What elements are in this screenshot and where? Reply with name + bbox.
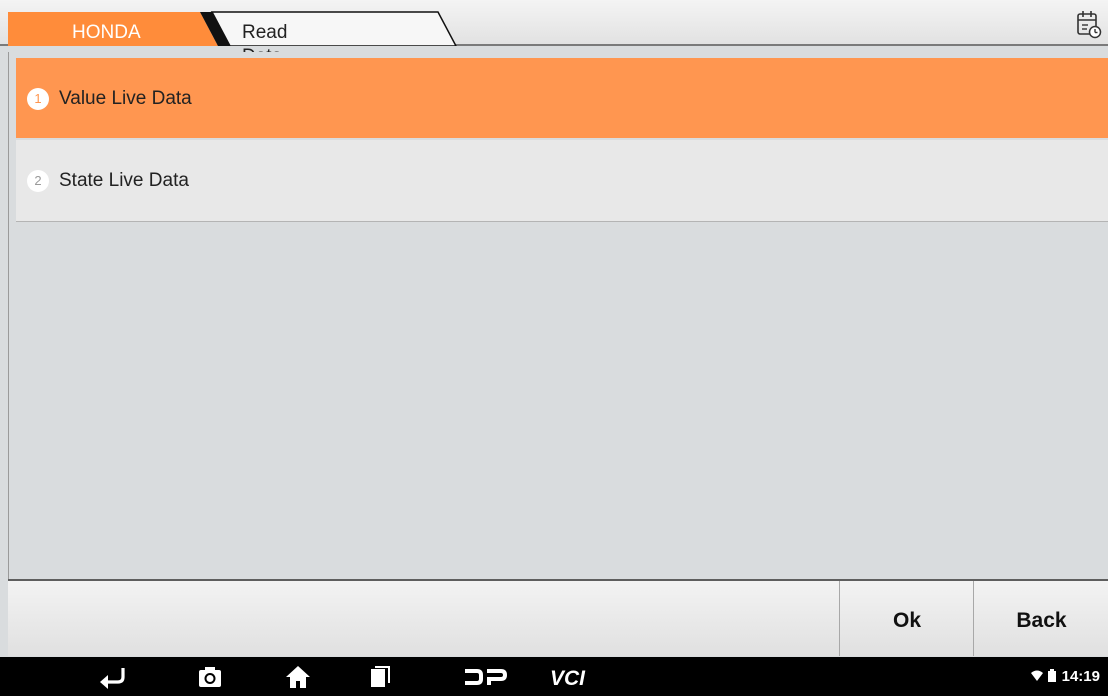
- status-area: 14:19: [1031, 657, 1100, 696]
- breadcrumb-brand[interactable]: HONDA: [72, 21, 141, 45]
- menu-item-state-live-data[interactable]: 2 State Live Data: [16, 140, 1108, 222]
- system-nav-bar: VCI 14:19: [0, 657, 1108, 696]
- header-bar: HONDA Read Data Stream: [0, 0, 1108, 91]
- back-icon[interactable]: [90, 657, 134, 696]
- menu-item-number: 1: [27, 88, 49, 110]
- back-button[interactable]: Back: [973, 581, 1108, 656]
- menu-item-number: 2: [27, 170, 49, 192]
- svg-text:VCI: VCI: [550, 667, 586, 688]
- menu-item-label: Value Live Data: [59, 88, 192, 109]
- home-icon[interactable]: [278, 657, 318, 696]
- battery-icon: [1048, 669, 1057, 682]
- dp-icon[interactable]: [456, 657, 516, 696]
- breadcrumb-page-title[interactable]: Read Data Stream: [242, 21, 303, 91]
- wifi-icon: [1031, 670, 1044, 681]
- menu-panel: 1 Value Live Data 2 State Live Data: [8, 52, 1108, 580]
- action-bar: Ok Back: [8, 579, 1108, 656]
- camera-icon[interactable]: [190, 657, 230, 696]
- recent-apps-icon[interactable]: [360, 657, 400, 696]
- vci-icon[interactable]: VCI: [540, 657, 610, 696]
- ok-button[interactable]: Ok: [839, 581, 974, 656]
- clock-time: 14:19: [1061, 668, 1100, 685]
- calendar-report-icon[interactable]: [1076, 10, 1102, 40]
- menu-item-value-live-data[interactable]: 1 Value Live Data: [16, 58, 1108, 138]
- menu-item-label: State Live Data: [59, 170, 189, 191]
